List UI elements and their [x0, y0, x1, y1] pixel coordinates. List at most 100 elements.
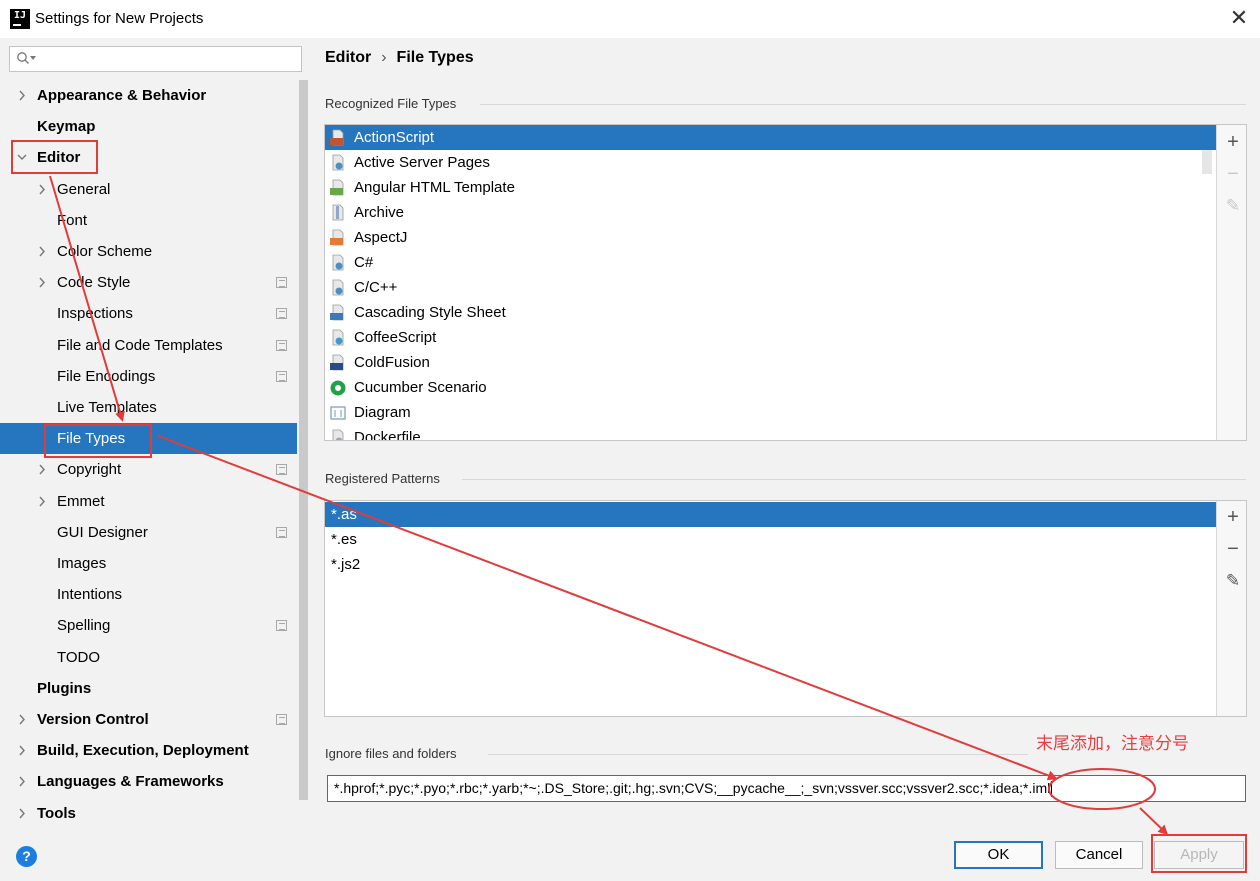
ignore-files-input[interactable]: *.hprof;*.pyc;*.pyo;*.rbc;*.yarb;*~;.DS_… [327, 775, 1246, 802]
text-cursor [1051, 781, 1053, 798]
file-type-row[interactable]: Angular HTML Template [325, 175, 1216, 200]
file-type-label: Cascading Style Sheet [354, 304, 506, 321]
pattern-row[interactable]: *.js2 [325, 552, 1216, 577]
chevron-right-icon[interactable] [37, 454, 49, 485]
file-type-label: Angular HTML Template [354, 179, 515, 196]
breadcrumb-parent[interactable]: Editor [325, 49, 371, 66]
annotation-arrow-ignore-to-apply [1139, 807, 1169, 836]
sidebar-item-label: Intentions [57, 586, 123, 603]
chevron-right-icon[interactable] [17, 80, 29, 111]
file-type-row[interactable]: ColdFusion [325, 350, 1216, 375]
file-type-row[interactable]: Active Server Pages [325, 150, 1216, 175]
file-type-row[interactable]: C# [325, 250, 1216, 275]
file-type-row[interactable]: Dockerfile [325, 425, 1216, 440]
aspectj-icon [330, 229, 346, 246]
sidebar-item-label: General [57, 181, 111, 198]
sidebar-item-plugins[interactable]: Plugins [0, 673, 310, 704]
dockerfile-icon [330, 429, 346, 440]
sidebar-item-images[interactable]: Images [0, 548, 310, 579]
search-icon [17, 52, 29, 64]
registered-patterns-title: Registered Patterns [325, 471, 440, 486]
file-type-row[interactable]: Cascading Style Sheet [325, 300, 1216, 325]
pattern-row[interactable]: *.as [325, 502, 1216, 527]
sidebar-item-label: Inspections [57, 305, 133, 322]
chevron-right-icon[interactable] [37, 267, 49, 298]
sidebar-item-version-control[interactable]: Version Control [0, 704, 310, 735]
chevron-right-icon[interactable] [17, 735, 29, 766]
file-type-row[interactable]: Diagram [325, 400, 1216, 425]
sidebar-item-todo[interactable]: TODO [0, 642, 310, 673]
sidebar-item-live-templates[interactable]: Live Templates [0, 392, 310, 423]
sidebar-item-emmet[interactable]: Emmet [0, 486, 310, 517]
file-type-label: AspectJ [354, 229, 408, 246]
coldfusion-icon [330, 354, 346, 371]
breadcrumb-current: File Types [396, 49, 474, 66]
sidebar-item-copyright[interactable]: Copyright [0, 454, 310, 485]
file-type-row[interactable]: CoffeeScript [325, 325, 1216, 350]
settings-window: IJ Settings for New Projects ✕ Appearanc… [0, 0, 1260, 881]
sidebar-item-file-and-code-templates[interactable]: File and Code Templates [0, 330, 310, 361]
file-type-row[interactable]: C/C++ [325, 275, 1216, 300]
pattern-row[interactable]: *.es [325, 527, 1216, 552]
remove-file-type-button[interactable]: − [1222, 163, 1244, 185]
sidebar-item-appearance-behavior[interactable]: Appearance & Behavior [0, 80, 310, 111]
window-title: Settings for New Projects [35, 10, 204, 27]
sidebar-item-color-scheme[interactable]: Color Scheme [0, 236, 310, 267]
recognized-file-types-list[interactable]: ActionScript Active Server Pages Angular H… [324, 124, 1247, 441]
sidebar-item-spelling[interactable]: Spelling [0, 610, 310, 641]
sidebar-item-label: File and Code Templates [57, 337, 223, 354]
angular-html-icon [330, 179, 346, 196]
settings-search-input[interactable] [9, 46, 302, 72]
chevron-right-icon[interactable] [17, 704, 29, 735]
cucumber-icon [330, 379, 346, 396]
sidebar-item-label: Tools [37, 805, 76, 822]
sidebar-item-file-encodings[interactable]: File Encodings [0, 361, 310, 392]
project-level-icon [276, 340, 287, 351]
file-type-row[interactable]: AspectJ [325, 225, 1216, 250]
breadcrumb-separator: › [381, 49, 387, 66]
sidebar-item-label: Live Templates [57, 399, 157, 416]
file-type-row[interactable]: ActionScript [325, 125, 1216, 150]
file-types-scrollbar[interactable] [1202, 150, 1212, 174]
coffeescript-icon [330, 329, 346, 346]
sidebar-item-label: Emmet [57, 493, 105, 510]
section-divider [462, 479, 1246, 480]
sidebar-scrollbar-thumb[interactable] [299, 80, 308, 800]
project-level-icon [276, 527, 287, 538]
sidebar-item-font[interactable]: Font [0, 205, 310, 236]
edit-pattern-button[interactable]: ✎ [1222, 570, 1244, 592]
chevron-right-icon[interactable] [17, 798, 29, 829]
remove-pattern-button[interactable]: − [1222, 538, 1244, 560]
project-level-icon [276, 464, 287, 475]
sidebar-item-general[interactable]: General [0, 174, 310, 205]
help-button[interactable]: ? [16, 846, 37, 867]
archive-icon [330, 204, 346, 221]
sidebar-item-inspections[interactable]: Inspections [0, 298, 310, 329]
file-type-row[interactable]: Archive [325, 200, 1216, 225]
cancel-button[interactable]: Cancel [1055, 841, 1143, 869]
sidebar-item-intentions[interactable]: Intentions [0, 579, 310, 610]
sidebar-item-label: Plugins [37, 680, 92, 697]
sidebar-item-languages-frameworks[interactable]: Languages & Frameworks [0, 766, 310, 797]
edit-file-type-button[interactable]: ✎ [1222, 195, 1244, 217]
sidebar-item-tools[interactable]: Tools [0, 798, 310, 829]
chevron-right-icon[interactable] [37, 174, 49, 205]
ok-button[interactable]: OK [954, 841, 1043, 869]
sidebar-item-label: Version Control [37, 711, 149, 728]
sidebar-item-label: Images [57, 555, 107, 572]
file-type-label: Cucumber Scenario [354, 379, 487, 396]
sidebar-item-build-execution-deployment[interactable]: Build, Execution, Deployment [0, 735, 310, 766]
sidebar-scrollbar[interactable] [297, 78, 310, 830]
chevron-right-icon[interactable] [17, 766, 29, 797]
sidebar-item-keymap[interactable]: Keymap [0, 111, 310, 142]
sidebar-item-code-style[interactable]: Code Style [0, 267, 310, 298]
chevron-right-icon[interactable] [37, 486, 49, 517]
add-file-type-button[interactable]: + [1222, 131, 1244, 153]
add-pattern-button[interactable]: + [1222, 506, 1244, 528]
ignore-files-value: *.hprof;*.pyc;*.pyo;*.rbc;*.yarb;*~;.DS_… [334, 780, 1051, 796]
close-button[interactable]: ✕ [1224, 4, 1254, 34]
file-type-row[interactable]: Cucumber Scenario [325, 375, 1216, 400]
chevron-right-icon[interactable] [37, 236, 49, 267]
sidebar-item-gui-designer[interactable]: GUI Designer [0, 517, 310, 548]
registered-patterns-list[interactable]: *.as *.es *.js2 + − ✎ [324, 500, 1247, 717]
